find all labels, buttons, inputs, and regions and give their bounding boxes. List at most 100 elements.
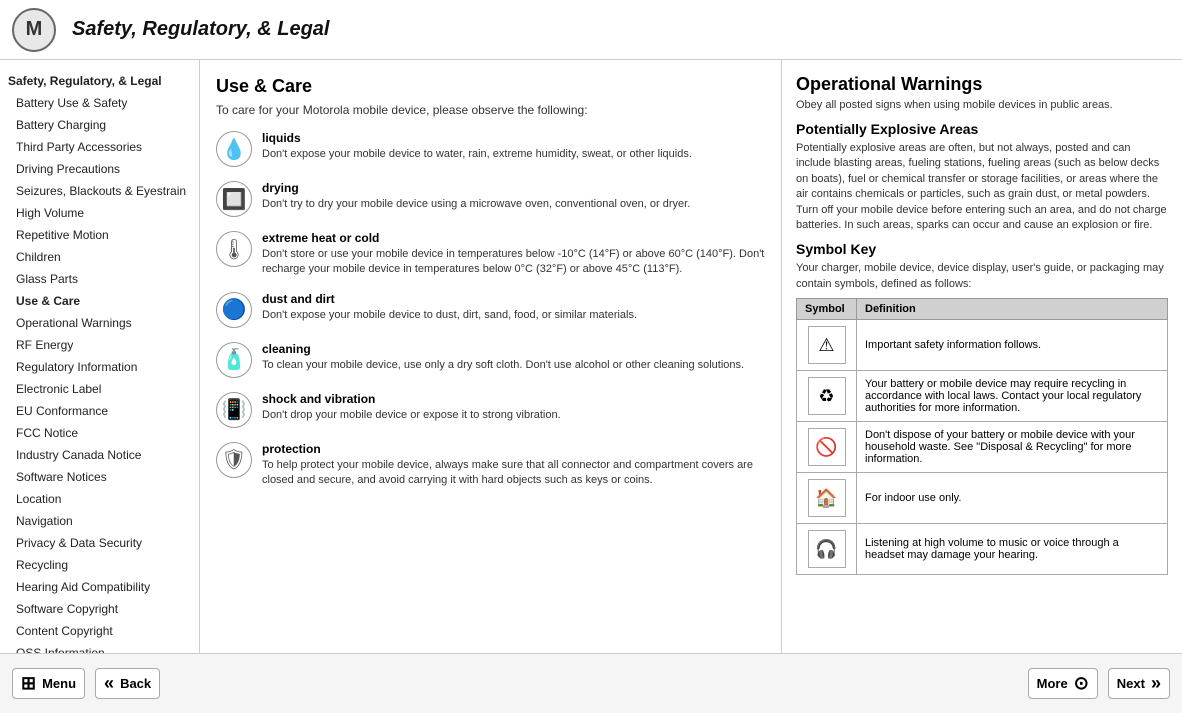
definition-cell: Don't dispose of your battery or mobile … (857, 422, 1168, 473)
sidebar-item[interactable]: Battery Charging (0, 114, 199, 136)
care-desc: Don't store or use your mobile device in… (262, 247, 765, 278)
sidebar-item[interactable]: Repetitive Motion (0, 224, 199, 246)
sidebar-item[interactable]: Industry Canada Notice (0, 444, 199, 466)
sidebar-item[interactable]: Regulatory Information (0, 356, 199, 378)
right-panel: Operational Warnings Obey all posted sig… (782, 60, 1182, 653)
sidebar-item[interactable]: EU Conformance (0, 400, 199, 422)
definition-col-header: Definition (857, 299, 1168, 320)
sidebar-item[interactable]: Electronic Label (0, 378, 199, 400)
middle-subtitle: To care for your Motorola mobile device,… (216, 103, 765, 117)
sidebar-item[interactable]: Navigation (0, 510, 199, 532)
definition-cell: Listening at high volume to music or voi… (857, 524, 1168, 575)
sidebar-item[interactable]: Hearing Aid Compatibility (0, 576, 199, 598)
sidebar-item[interactable]: FCC Notice (0, 422, 199, 444)
back-label: Back (120, 676, 151, 691)
care-label: cleaning (262, 342, 744, 356)
care-text: liquids Don't expose your mobile device … (262, 131, 692, 162)
care-items: 💧 liquids Don't expose your mobile devic… (216, 131, 765, 489)
sidebar-item[interactable]: Glass Parts (0, 268, 199, 290)
footer-right: More ⊙ Next » (1028, 668, 1170, 699)
care-item: 🌡 extreme heat or cold Don't store or us… (216, 231, 765, 278)
care-icon: 🧴 (216, 342, 252, 378)
middle-title: Use & Care (216, 76, 765, 97)
sidebar-item[interactable]: Battery Use & Safety (0, 92, 199, 114)
sidebar-item[interactable]: RF Energy (0, 334, 199, 356)
sidebar-item[interactable]: Use & Care (0, 290, 199, 312)
symbol-icon: ⚠ (808, 326, 846, 364)
care-desc: Don't try to dry your mobile device usin… (262, 197, 690, 212)
menu-icon: ⊞ (21, 673, 36, 694)
care-desc: Don't drop your mobile device or expose … (262, 408, 561, 423)
symbol-row: 🏠 For indoor use only. (797, 473, 1168, 524)
care-text: drying Don't try to dry your mobile devi… (262, 181, 690, 212)
sidebar-item[interactable]: Driving Precautions (0, 158, 199, 180)
motorola-logo: M (12, 8, 56, 52)
sidebar-item[interactable]: OSS Information (0, 642, 199, 653)
symbol-cell: 🏠 (797, 473, 857, 524)
menu-label: Menu (42, 676, 76, 691)
back-icon: « (104, 673, 114, 694)
more-button[interactable]: More ⊙ (1028, 668, 1098, 699)
symbol-cell: ⚠ (797, 320, 857, 371)
care-desc: To help protect your mobile device, alwa… (262, 458, 765, 489)
sidebar-item[interactable]: Location (0, 488, 199, 510)
care-icon: 💧 (216, 131, 252, 167)
care-icon: 🔵 (216, 292, 252, 328)
care-label: liquids (262, 131, 692, 145)
middle-panel: Use & Care To care for your Motorola mob… (200, 60, 782, 653)
sidebar-item[interactable]: Privacy & Data Security (0, 532, 199, 554)
logo-letter: M (26, 18, 43, 41)
symbol-icon: 🏠 (808, 479, 846, 517)
sidebar-item[interactable]: Recycling (0, 554, 199, 576)
care-desc: Don't expose your mobile device to dust,… (262, 308, 637, 323)
care-text: extreme heat or cold Don't store or use … (262, 231, 765, 278)
sidebar: Safety, Regulatory, & LegalBattery Use &… (0, 60, 200, 653)
menu-button[interactable]: ⊞ Menu (12, 668, 85, 699)
next-label: Next (1117, 676, 1145, 691)
sidebar-item[interactable]: Children (0, 246, 199, 268)
page-title: Safety, Regulatory, & Legal (72, 18, 329, 41)
sidebar-item[interactable]: High Volume (0, 202, 199, 224)
back-button[interactable]: « Back (95, 668, 160, 699)
definition-cell: For indoor use only. (857, 473, 1168, 524)
section-heading: Symbol Key (796, 241, 1168, 257)
care-text: protection To help protect your mobile d… (262, 442, 765, 489)
care-icon: 🔲 (216, 181, 252, 217)
next-icon: » (1151, 673, 1161, 694)
care-label: extreme heat or cold (262, 231, 765, 245)
care-item: 🛡 protection To help protect your mobile… (216, 442, 765, 489)
sidebar-item[interactable]: Software Notices (0, 466, 199, 488)
care-desc: Don't expose your mobile device to water… (262, 147, 692, 162)
care-item: 💧 liquids Don't expose your mobile devic… (216, 131, 765, 167)
next-button[interactable]: Next » (1108, 668, 1170, 699)
care-text: dust and dirt Don't expose your mobile d… (262, 292, 637, 323)
symbol-cell: 🚫 (797, 422, 857, 473)
care-item: 🔲 drying Don't try to dry your mobile de… (216, 181, 765, 217)
app-header: M Safety, Regulatory, & Legal (0, 0, 1182, 60)
sidebar-item[interactable]: Third Party Accessories (0, 136, 199, 158)
care-label: dust and dirt (262, 292, 637, 306)
symbol-icon: ♻ (808, 377, 846, 415)
sidebar-item[interactable]: Safety, Regulatory, & Legal (0, 70, 199, 92)
sidebar-item[interactable]: Software Copyright (0, 598, 199, 620)
care-label: protection (262, 442, 765, 456)
more-icon: ⊙ (1074, 673, 1089, 694)
more-label: More (1037, 676, 1068, 691)
care-label: drying (262, 181, 690, 195)
sidebar-item[interactable]: Seizures, Blackouts & Eyestrain (0, 180, 199, 202)
care-text: cleaning To clean your mobile device, us… (262, 342, 744, 373)
right-title: Operational Warnings (796, 74, 1168, 95)
sidebar-item[interactable]: Operational Warnings (0, 312, 199, 334)
sidebar-item[interactable]: Content Copyright (0, 620, 199, 642)
section-text: Your charger, mobile device, device disp… (796, 261, 1168, 292)
care-desc: To clean your mobile device, use only a … (262, 358, 744, 373)
content-area: Safety, Regulatory, & LegalBattery Use &… (0, 60, 1182, 653)
footer-left: ⊞ Menu « Back (12, 668, 160, 699)
right-intro: Obey all posted signs when using mobile … (796, 99, 1168, 111)
section-heading: Potentially Explosive Areas (796, 121, 1168, 137)
symbol-table-body: ⚠ Important safety information follows. … (797, 320, 1168, 575)
right-sections: Potentially Explosive AreasPotentially e… (796, 121, 1168, 292)
care-icon: 📳 (216, 392, 252, 428)
app-footer: ⊞ Menu « Back More ⊙ Next » (0, 653, 1182, 713)
care-item: 🧴 cleaning To clean your mobile device, … (216, 342, 765, 378)
